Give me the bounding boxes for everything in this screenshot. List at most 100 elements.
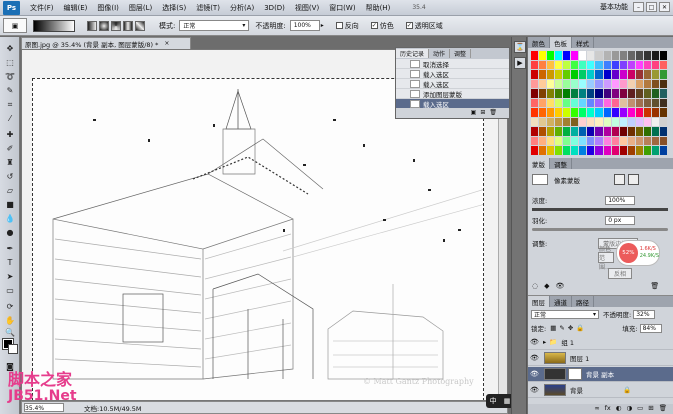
menu-image[interactable]: 图像(I) (97, 3, 119, 13)
color-swatch[interactable] (603, 108, 611, 117)
color-swatch[interactable] (571, 98, 579, 108)
ime-language[interactable]: 中 (490, 396, 497, 406)
menu-view[interactable]: 视图(V) (295, 3, 319, 13)
color-swatch[interactable] (611, 117, 619, 127)
color-swatch[interactable] (651, 136, 659, 146)
blend-mode-select[interactable]: 正常 ▾ (531, 309, 599, 319)
tool-preset-picker[interactable]: ▣ (3, 18, 27, 33)
color-swatch[interactable] (627, 108, 635, 117)
color-swatch[interactable] (603, 89, 611, 98)
color-swatch[interactable] (555, 136, 563, 146)
color-swatch[interactable] (539, 60, 547, 70)
tab-color[interactable]: 颜色 (528, 37, 550, 48)
color-swatch[interactable] (659, 136, 667, 146)
color-swatch[interactable] (627, 98, 635, 108)
radial-gradient-button[interactable] (99, 20, 109, 31)
ime-keyboard-icon[interactable]: ▦ (504, 397, 511, 405)
color-swatch[interactable] (603, 146, 611, 155)
color-swatch[interactable] (547, 79, 555, 89)
feather-slider-track[interactable] (532, 228, 668, 231)
tab-swatches[interactable]: 色板 (550, 37, 572, 48)
color-swatch[interactable] (651, 79, 659, 89)
reflected-gradient-button[interactable] (123, 20, 133, 31)
lock-transparency-icon[interactable]: ▦ (550, 324, 556, 332)
tab-adjustments[interactable]: 调整 (550, 158, 572, 169)
color-swatch[interactable] (579, 70, 587, 79)
shape-tool-icon[interactable]: ▭ (4, 285, 16, 296)
color-swatch[interactable] (547, 108, 555, 117)
color-swatch[interactable] (651, 70, 659, 79)
color-swatch[interactable] (587, 117, 595, 127)
hand-tool-icon[interactable]: ✋ (4, 315, 16, 326)
history-item[interactable]: 添加图层蒙版 (396, 89, 509, 99)
trash-icon[interactable]: 🗑 (650, 282, 659, 290)
color-swatch[interactable] (563, 108, 571, 117)
status-zoom-field[interactable]: 35.4% (24, 403, 64, 412)
color-swatch[interactable] (643, 117, 651, 127)
reverse-check-box[interactable] (335, 22, 343, 29)
color-swatch[interactable] (611, 60, 619, 70)
tab-channels[interactable]: 通道 (550, 296, 572, 307)
color-swatch[interactable] (611, 89, 619, 98)
apply-mask-icon[interactable]: ◆ (544, 282, 549, 290)
color-swatch[interactable] (563, 79, 571, 89)
color-swatch[interactable] (619, 98, 627, 108)
color-swatch[interactable] (619, 89, 627, 98)
link-layers-icon[interactable]: ∞ (594, 404, 599, 414)
color-swatch[interactable] (635, 89, 643, 98)
trash-icon[interactable]: 🗑 (489, 109, 497, 118)
color-swatch[interactable] (571, 117, 579, 127)
color-swatch[interactable] (651, 146, 659, 155)
color-swatch[interactable] (563, 146, 571, 155)
color-swatch[interactable] (595, 79, 603, 89)
density-input[interactable]: 100% (605, 195, 636, 205)
menu-3d[interactable]: 3D(D) (264, 4, 285, 12)
color-swatch[interactable] (563, 136, 571, 146)
color-swatch[interactable] (531, 60, 539, 70)
color-swatch[interactable] (651, 89, 659, 98)
color-swatch[interactable] (643, 108, 651, 117)
menu-file[interactable]: 文件(F) (30, 3, 54, 13)
color-swatch[interactable] (643, 136, 651, 146)
color-swatch[interactable] (603, 127, 611, 136)
color-swatch[interactable] (595, 146, 603, 155)
color-swatch[interactable] (603, 70, 611, 79)
color-swatch[interactable] (555, 70, 563, 79)
color-swatch[interactable] (531, 146, 539, 155)
lasso-tool-icon[interactable]: ➰ (4, 71, 16, 82)
visibility-eye-icon[interactable]: 👁 (556, 282, 565, 290)
color-swatch[interactable] (627, 89, 635, 98)
crop-tool-icon[interactable]: ⌗ (4, 99, 16, 110)
color-swatch[interactable] (531, 79, 539, 89)
3d-rotate-tool-icon[interactable]: ⟳ (4, 301, 16, 312)
menu-filter[interactable]: 滤镜(T) (196, 3, 220, 13)
color-swatch[interactable] (659, 127, 667, 136)
color-swatch[interactable] (643, 89, 651, 98)
color-swatch[interactable] (579, 127, 587, 136)
color-swatch[interactable] (659, 108, 667, 117)
zoom-tool-icon[interactable]: 🔍 (4, 327, 16, 338)
color-swatch[interactable] (571, 136, 579, 146)
color-swatch[interactable] (627, 51, 635, 60)
color-swatch[interactable] (603, 60, 611, 70)
color-swatch[interactable] (539, 136, 547, 146)
tab-masks[interactable]: 蒙版 (528, 158, 550, 169)
color-swatch[interactable] (547, 127, 555, 136)
color-swatch[interactable] (547, 70, 555, 79)
color-swatch[interactable] (643, 79, 651, 89)
color-swatch[interactable] (619, 127, 627, 136)
color-swatch[interactable] (547, 60, 555, 70)
angle-gradient-button[interactable] (111, 20, 121, 31)
color-swatch[interactable] (587, 136, 595, 146)
color-swatch[interactable] (619, 51, 627, 60)
expand-arrow-icon[interactable]: ▸ (543, 338, 546, 346)
color-swatch[interactable] (603, 98, 611, 108)
vector-mask-button[interactable] (628, 174, 639, 185)
color-swatch[interactable] (579, 117, 587, 127)
color-swatch[interactable] (643, 127, 651, 136)
color-swatch[interactable] (659, 60, 667, 70)
layer-row-layer1[interactable]: 👁 图层 1 (528, 351, 673, 366)
color-swatch[interactable] (555, 146, 563, 155)
color-swatch[interactable] (555, 98, 563, 108)
document-tab[interactable]: 原图.jpg @ 35.4% (背景 副本, 图层蒙版/8) * × (21, 37, 191, 49)
